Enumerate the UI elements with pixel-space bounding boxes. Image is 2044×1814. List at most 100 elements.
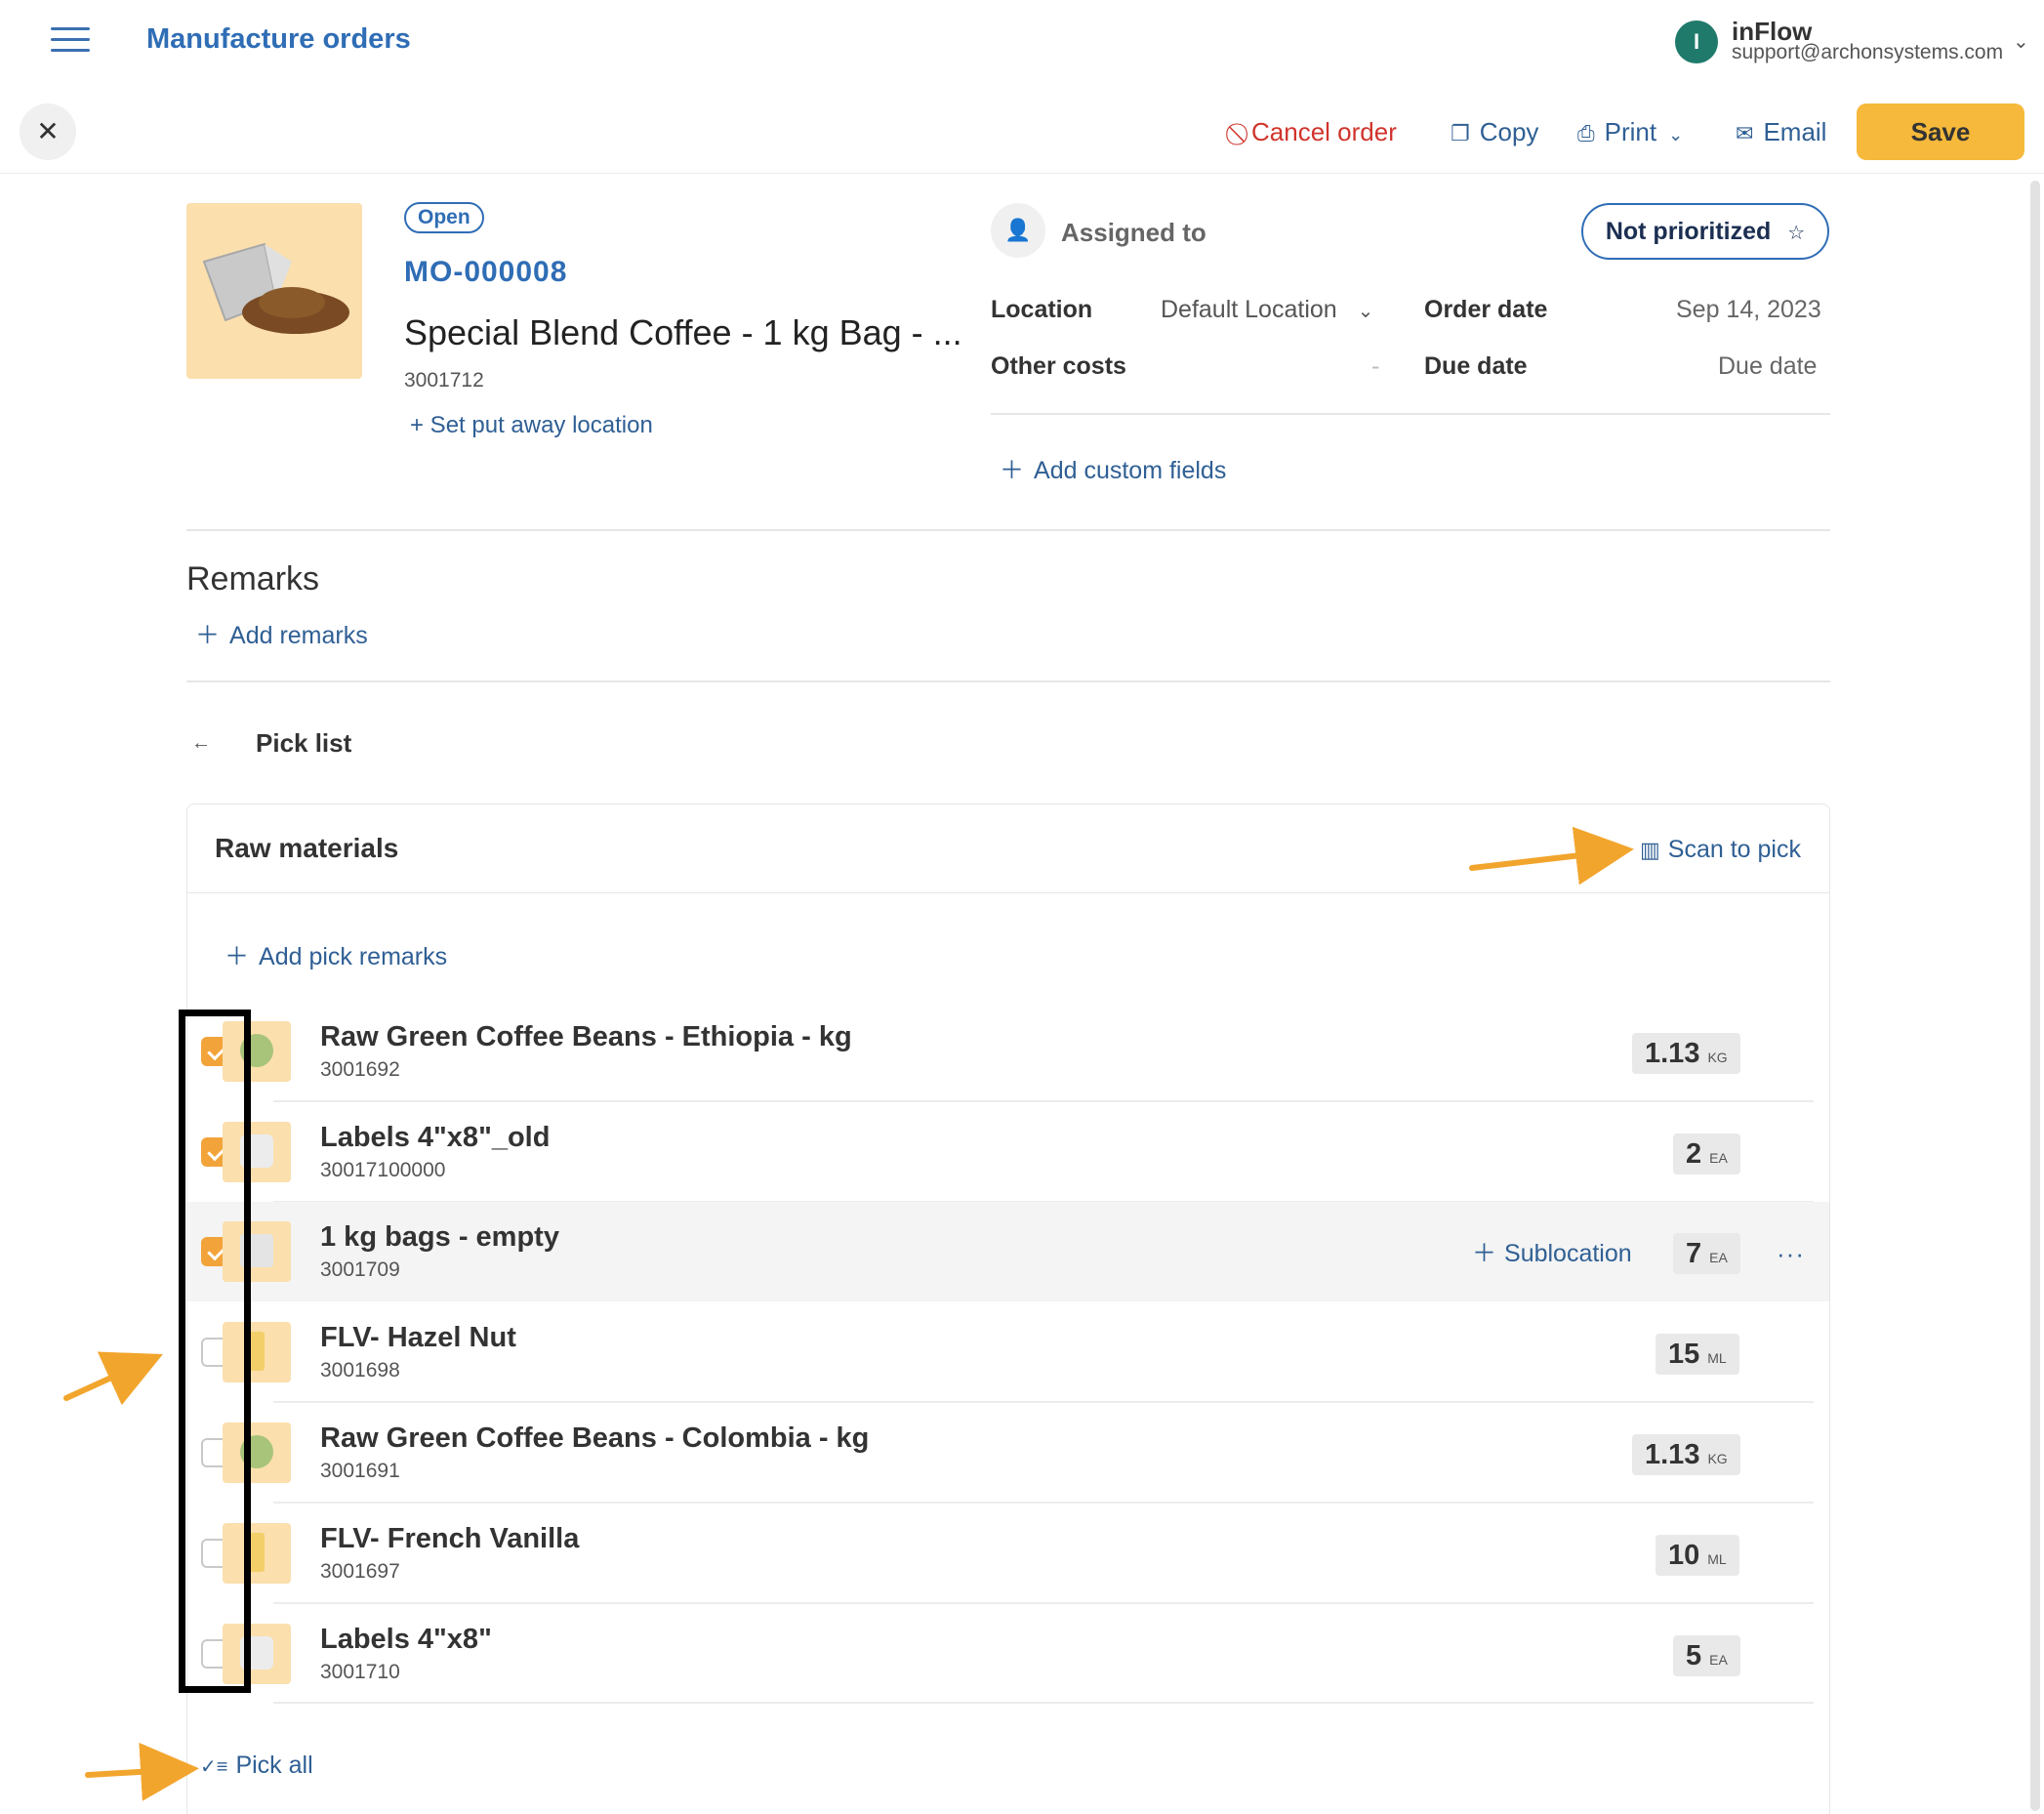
- quantity-badge[interactable]: 1.13 KG: [1632, 1434, 1740, 1475]
- status-badge: Open: [404, 202, 484, 233]
- quantity-value: 1.13: [1645, 1038, 1700, 1069]
- add-custom-fields-button[interactable]: ＋ Add custom fields: [1000, 451, 1226, 486]
- item-name[interactable]: FLV- Hazel Nut: [320, 1322, 516, 1354]
- quantity-unit: ML: [1707, 1551, 1727, 1567]
- order-date-label: Order date: [1424, 296, 1548, 323]
- chevron-down-icon: ⌄: [1357, 301, 1374, 322]
- scan-to-pick-label: Scan to pick: [1667, 836, 1801, 863]
- quantity-badge[interactable]: 15 ML: [1656, 1334, 1739, 1375]
- copy-icon: ❐: [1451, 121, 1470, 145]
- quantity-unit: EA: [1709, 1250, 1728, 1265]
- list-item[interactable]: Raw Green Coffee Beans - Ethiopia - kg 3…: [187, 1002, 1815, 1101]
- item-sku: 3001710: [320, 1661, 400, 1683]
- list-item[interactable]: FLV- Hazel Nut 3001698 15 ML: [187, 1302, 1815, 1402]
- cancel-order-label: Cancel order: [1251, 117, 1397, 146]
- priority-label: Not prioritized: [1605, 218, 1772, 245]
- print-button[interactable]: ⎙ Print ⌄: [1577, 117, 1683, 147]
- plus-icon: ＋: [195, 622, 221, 649]
- annotation-arrow: [63, 1351, 163, 1406]
- quantity-value: 10: [1668, 1540, 1700, 1571]
- add-pick-remarks-label: Add pick remarks: [259, 943, 448, 970]
- item-sku: 3001697: [320, 1560, 400, 1583]
- quantity-badge[interactable]: 7 EA: [1673, 1233, 1740, 1274]
- remarks-title: Remarks: [186, 560, 320, 598]
- plus-icon: ＋: [225, 943, 250, 970]
- divider: [187, 892, 1829, 893]
- account-email: support@archonsystems.com: [1732, 41, 2004, 63]
- copy-label: Copy: [1479, 117, 1539, 146]
- product-name[interactable]: Special Blend Coffee - 1 kg Bag - ...: [404, 312, 962, 353]
- cancel-order-button[interactable]: ⃠Cancel order: [1242, 117, 1397, 147]
- add-custom-fields-label: Add custom fields: [1034, 457, 1227, 484]
- annotation-highlight-box: [179, 1010, 251, 1693]
- other-costs-field[interactable]: -: [1371, 352, 1379, 381]
- item-sku: 3001698: [320, 1359, 400, 1381]
- quantity-badge[interactable]: 5 EA: [1673, 1635, 1740, 1676]
- pick-list-title: Pick list: [256, 728, 352, 758]
- add-remarks-label: Add remarks: [229, 622, 368, 649]
- location-dropdown[interactable]: Default Location ⌄: [1161, 296, 1373, 324]
- item-sku: 3001692: [320, 1058, 400, 1081]
- pick-all-label: Pick all: [235, 1752, 313, 1779]
- email-button[interactable]: ✉ Email: [1736, 117, 1826, 147]
- priority-button[interactable]: Not prioritized ☆: [1581, 203, 1829, 260]
- set-put-away-location-link[interactable]: + Set put away location: [410, 412, 653, 439]
- menu-icon[interactable]: [51, 27, 90, 59]
- print-icon: ⎙: [1577, 121, 1595, 145]
- item-name[interactable]: Raw Green Coffee Beans - Ethiopia - kg: [320, 1021, 852, 1053]
- assigned-to-field[interactable]: Assigned to: [1061, 218, 1206, 248]
- barcode-icon: ▥: [1640, 838, 1660, 862]
- due-date-field[interactable]: Due date: [1718, 352, 1817, 381]
- email-icon: ✉: [1736, 121, 1754, 145]
- divider: [186, 529, 1830, 531]
- product-sku: 3001712: [404, 369, 484, 392]
- product-image: [186, 203, 362, 379]
- scrollbar[interactable]: [2030, 181, 2040, 1811]
- quantity-badge[interactable]: 2 EA: [1673, 1134, 1740, 1175]
- add-pick-remarks-button[interactable]: ＋ Add pick remarks: [225, 937, 447, 972]
- order-number: MO-000008: [404, 256, 568, 288]
- item-name[interactable]: Labels 4"x8"_old: [320, 1122, 550, 1154]
- list-item[interactable]: FLV- French Vanilla 3001697 10 ML: [187, 1504, 1815, 1603]
- quantity-value: 2: [1686, 1138, 1702, 1170]
- page-title: Manufacture orders: [146, 23, 411, 55]
- list-item[interactable]: 1 kg bags - empty 3001709 ＋ Sublocation 7…: [187, 1202, 1829, 1301]
- item-sku: 30017100000: [320, 1159, 446, 1181]
- due-date-label: Due date: [1424, 352, 1528, 380]
- quantity-value: 1.13: [1645, 1439, 1700, 1470]
- email-label: Email: [1763, 117, 1827, 146]
- quantity-value: 7: [1686, 1238, 1702, 1269]
- list-item[interactable]: Labels 4"x8" 3001710 5 EA: [187, 1604, 1815, 1704]
- quantity-badge[interactable]: 10 ML: [1656, 1535, 1739, 1576]
- print-label: Print: [1604, 117, 1657, 146]
- copy-button[interactable]: ❐ Copy: [1451, 117, 1538, 147]
- quantity-unit: EA: [1709, 1150, 1728, 1166]
- back-arrow-icon[interactable]: ←: [186, 728, 216, 758]
- add-sublocation-button[interactable]: ＋ Sublocation: [1472, 1233, 1632, 1274]
- raw-materials-title: Raw materials: [215, 833, 399, 863]
- item-sku: 3001709: [320, 1258, 400, 1281]
- quantity-unit: KG: [1707, 1050, 1728, 1065]
- pick-all-button[interactable]: ✓≡ Pick all: [200, 1752, 313, 1780]
- item-name[interactable]: Labels 4"x8": [320, 1624, 492, 1656]
- list-item[interactable]: Labels 4"x8"_old 30017100000 2 EA: [187, 1102, 1815, 1202]
- item-name[interactable]: FLV- French Vanilla: [320, 1523, 579, 1555]
- plus-icon: ＋: [1472, 1240, 1497, 1267]
- quantity-badge[interactable]: 1.13 KG: [1632, 1033, 1740, 1074]
- scan-to-pick-button[interactable]: ▥ Scan to pick: [1640, 836, 1801, 864]
- add-remarks-button[interactable]: ＋ Add remarks: [195, 616, 368, 651]
- save-button[interactable]: Save: [1857, 103, 2024, 160]
- item-name[interactable]: Raw Green Coffee Beans - Colombia - kg: [320, 1422, 869, 1455]
- account-avatar[interactable]: I: [1675, 21, 1718, 63]
- quantity-value: 15: [1668, 1339, 1700, 1370]
- more-options-icon[interactable]: ···: [1777, 1233, 1805, 1274]
- person-icon[interactable]: 👤: [991, 203, 1045, 258]
- header-divider: [0, 173, 2044, 174]
- quantity-value: 5: [1686, 1640, 1702, 1671]
- item-name[interactable]: 1 kg bags - empty: [320, 1221, 559, 1254]
- chevron-down-icon: ⌄: [1668, 125, 1684, 144]
- chevron-down-icon[interactable]: ⌄: [2013, 29, 2029, 54]
- close-button[interactable]: ✕: [20, 103, 76, 160]
- order-date-field[interactable]: Sep 14, 2023: [1676, 296, 1821, 324]
- list-item[interactable]: Raw Green Coffee Beans - Colombia - kg 3…: [187, 1403, 1815, 1503]
